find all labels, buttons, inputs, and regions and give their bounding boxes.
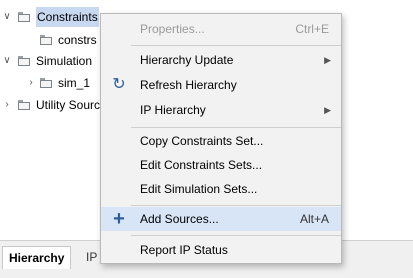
- menu-item-refresh-hierarchy[interactable]: ↻ Refresh Hierarchy: [101, 73, 341, 97]
- tree-label-simulation: Simulation: [36, 54, 93, 68]
- tree-label-constrs: constrs: [58, 33, 97, 47]
- menu-item-copy-constraints-set[interactable]: Copy Constraints Set...: [101, 129, 341, 153]
- menu-item-label: Edit Constraints Sets...: [140, 158, 263, 172]
- menu-item-add-sources[interactable]: + Add Sources... Alt+A: [101, 207, 341, 231]
- menu-item-shortcut: Alt+A: [299, 212, 329, 226]
- menu-separator: [131, 205, 341, 206]
- folder-icon: [18, 56, 30, 66]
- tree-label-sim1: sim_1: [58, 76, 91, 90]
- tree-label-utility-sources: Utility Sourc: [36, 98, 101, 112]
- context-menu: Properties... Ctrl+E Hierarchy Update ▶ …: [100, 13, 342, 264]
- tab-hierarchy[interactable]: Hierarchy: [2, 246, 72, 269]
- menu-item-hierarchy-update[interactable]: Hierarchy Update ▶: [101, 48, 341, 72]
- folder-icon: [40, 78, 52, 88]
- menu-item-label: Properties...: [140, 22, 205, 36]
- plus-icon: +: [113, 208, 125, 230]
- expand-arrow-icon[interactable]: ∨: [2, 51, 12, 71]
- menu-item-report-ip-status[interactable]: Report IP Status: [101, 238, 341, 262]
- menu-item-edit-constraints-sets[interactable]: Edit Constraints Sets...: [101, 153, 341, 177]
- menu-separator: [131, 235, 341, 236]
- menu-item-shortcut: Ctrl+E: [295, 22, 329, 36]
- menu-separator: [131, 127, 341, 128]
- chevron-right-icon[interactable]: ›: [2, 95, 12, 115]
- folder-icon: [18, 12, 30, 22]
- submenu-arrow-icon: ▶: [324, 55, 331, 65]
- menu-item-label: Edit Simulation Sets...: [140, 182, 258, 196]
- folder-icon: [40, 35, 52, 45]
- chevron-right-icon[interactable]: ›: [26, 73, 36, 93]
- menu-separator: [131, 45, 341, 46]
- folder-icon: [18, 100, 30, 110]
- menu-item-properties[interactable]: Properties... Ctrl+E: [101, 17, 341, 41]
- menu-item-label: Refresh Hierarchy: [140, 78, 237, 92]
- expand-arrow-icon[interactable]: ∨: [2, 7, 12, 27]
- submenu-arrow-icon: ▶: [324, 105, 331, 115]
- tree-label-constraints: Constraints: [36, 7, 99, 27]
- menu-item-label: Add Sources...: [140, 212, 219, 226]
- menu-item-edit-simulation-sets[interactable]: Edit Simulation Sets...: [101, 177, 341, 201]
- menu-item-label: Report IP Status: [140, 243, 228, 257]
- menu-item-label: Hierarchy Update: [140, 53, 234, 67]
- menu-item-label: IP Hierarchy: [140, 103, 206, 117]
- menu-item-ip-hierarchy[interactable]: IP Hierarchy ▶: [101, 98, 341, 122]
- refresh-icon: ↻: [112, 76, 126, 93]
- menu-item-label: Copy Constraints Set...: [140, 134, 264, 148]
